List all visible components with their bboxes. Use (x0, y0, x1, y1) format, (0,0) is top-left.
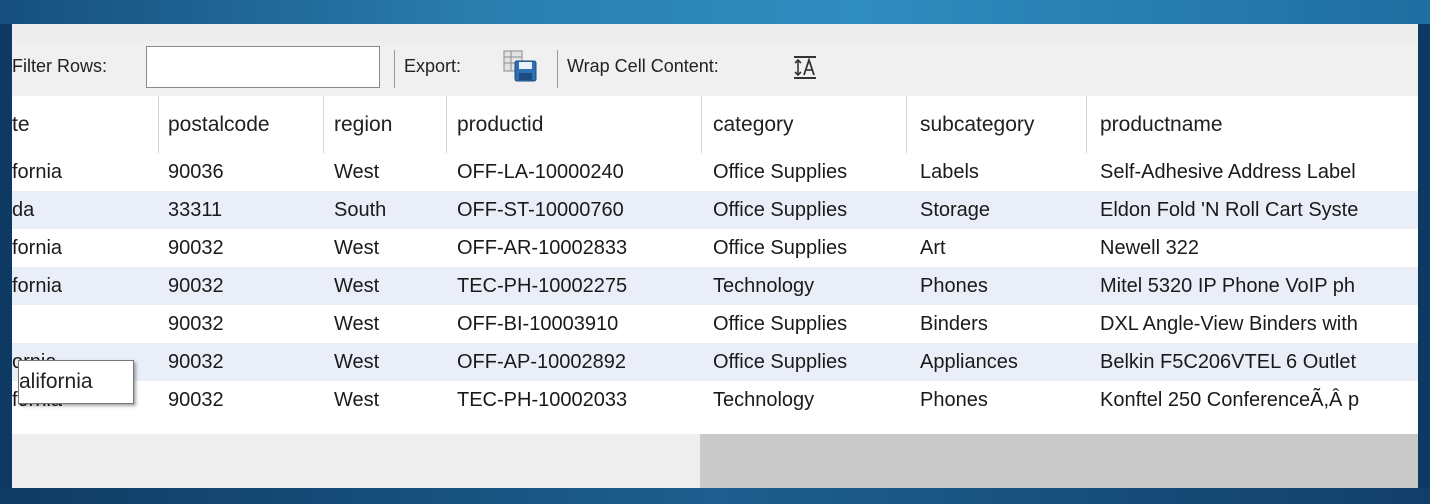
table-cell[interactable]: Office Supplies (702, 191, 907, 229)
column-header[interactable]: productid (447, 96, 702, 153)
table-cell[interactable]: Phones (907, 267, 1087, 305)
table-cell[interactable]: Technology (702, 267, 907, 305)
wrap-cell-content-icon[interactable] (792, 54, 818, 80)
table-cell[interactable]: West (324, 343, 447, 381)
table-cell[interactable]: Office Supplies (702, 305, 907, 343)
table-cell[interactable]: West (324, 229, 447, 267)
table-cell[interactable]: Belkin F5C206VTEL 6 Outlet (1087, 343, 1418, 381)
table-cell[interactable] (12, 305, 159, 343)
table-row[interactable]: fornia 90032 West TEC-PH-10002033 Techno… (12, 381, 1418, 419)
table-cell[interactable]: 90032 (159, 381, 324, 419)
table-cell[interactable]: Labels (907, 153, 1087, 191)
table-cell[interactable]: South (324, 191, 447, 229)
table-cell[interactable]: 90032 (159, 267, 324, 305)
window-frame-top (0, 0, 1430, 24)
table-cell[interactable]: fornia (12, 153, 159, 191)
table-cell[interactable]: Phones (907, 381, 1087, 419)
window-frame-bottom (0, 488, 1430, 504)
table-cell[interactable]: OFF-ST-10000760 (447, 191, 702, 229)
table-cell[interactable]: Newell 322 (1087, 229, 1418, 267)
table-cell[interactable]: West (324, 267, 447, 305)
table-cell[interactable]: Mitel 5320 IP Phone VoIP ph (1087, 267, 1418, 305)
table-cell[interactable]: Art (907, 229, 1087, 267)
horizontal-scrollbar[interactable] (12, 434, 1418, 488)
table-cell[interactable]: West (324, 305, 447, 343)
table-row[interactable]: fornia 90032 West OFF-AR-10002833 Office… (12, 229, 1418, 267)
cell-tooltip: alifornia (18, 360, 134, 404)
table-cell[interactable]: Binders (907, 305, 1087, 343)
result-toolbar: Filter Rows: Export: Wrap Cell Content: (12, 24, 1418, 96)
table-cell[interactable]: DXL Angle-View Binders with (1087, 305, 1418, 343)
column-header[interactable]: category (702, 96, 907, 153)
table-cell[interactable]: TEC-PH-10002033 (447, 381, 702, 419)
table-cell[interactable]: 90032 (159, 229, 324, 267)
table-cell[interactable]: 90036 (159, 153, 324, 191)
column-header[interactable]: postalcode (159, 96, 324, 153)
table-cell[interactable]: TEC-PH-10002275 (447, 267, 702, 305)
filter-rows-label: Filter Rows: (12, 56, 108, 76)
toolbar-top-strip (12, 24, 1418, 42)
scrollbar-track[interactable] (12, 434, 700, 488)
wrap-cell-content-label: Wrap Cell Content: (567, 56, 719, 76)
column-header[interactable]: productname (1087, 96, 1418, 153)
column-header[interactable]: te (12, 96, 159, 153)
table-cell[interactable]: OFF-BI-10003910 (447, 305, 702, 343)
table-row[interactable]: 90032 West OFF-BI-10003910 Office Suppli… (12, 305, 1418, 343)
table-cell[interactable]: West (324, 381, 447, 419)
export-grid-save-icon[interactable] (502, 50, 538, 82)
table-cell[interactable]: 90032 (159, 343, 324, 381)
table-cell[interactable]: OFF-AP-10002892 (447, 343, 702, 381)
table-cell[interactable]: Office Supplies (702, 343, 907, 381)
toolbar-separator (557, 50, 558, 88)
table-row[interactable]: fornia 90032 West TEC-PH-10002275 Techno… (12, 267, 1418, 305)
table-cell[interactable]: Office Supplies (702, 153, 907, 191)
table-cell[interactable]: fornia (12, 267, 159, 305)
table-cell[interactable]: West (324, 153, 447, 191)
table-cell[interactable]: da (12, 191, 159, 229)
table-cell[interactable]: Eldon Fold 'N Roll Cart Syste (1087, 191, 1418, 229)
window-frame-right (1418, 24, 1430, 488)
table-row[interactable]: da 33311 South OFF-ST-10000760 Office Su… (12, 191, 1418, 229)
scrollbar-thumb[interactable] (700, 434, 1418, 488)
column-header[interactable]: subcategory (907, 96, 1087, 153)
result-grid-panel: Filter Rows: Export: Wrap Cell Content: … (12, 24, 1418, 488)
export-label: Export: (404, 56, 462, 76)
table-cell[interactable]: Self-Adhesive Address Label (1087, 153, 1418, 191)
table-cell[interactable]: Konftel 250 ConferenceÃ,Â p (1087, 381, 1418, 419)
table-cell[interactable]: Storage (907, 191, 1087, 229)
toolbar-separator (394, 50, 395, 88)
table-cell[interactable]: Technology (702, 381, 907, 419)
window-frame-left (0, 24, 12, 488)
table-cell[interactable]: Appliances (907, 343, 1087, 381)
table-row[interactable]: ornia 90032 West OFF-AP-10002892 Office … (12, 343, 1418, 381)
table-cell[interactable]: OFF-AR-10002833 (447, 229, 702, 267)
table-cell[interactable]: Office Supplies (702, 229, 907, 267)
filter-rows-input[interactable] (146, 46, 380, 88)
column-header-row: te postalcode region productid category … (12, 96, 1418, 154)
table-row[interactable]: fornia 90036 West OFF-LA-10000240 Office… (12, 153, 1418, 191)
table-cell[interactable]: 33311 (159, 191, 324, 229)
column-header[interactable]: region (324, 96, 447, 153)
table-cell[interactable]: 90032 (159, 305, 324, 343)
table-cell[interactable]: fornia (12, 229, 159, 267)
table-cell[interactable]: OFF-LA-10000240 (447, 153, 702, 191)
